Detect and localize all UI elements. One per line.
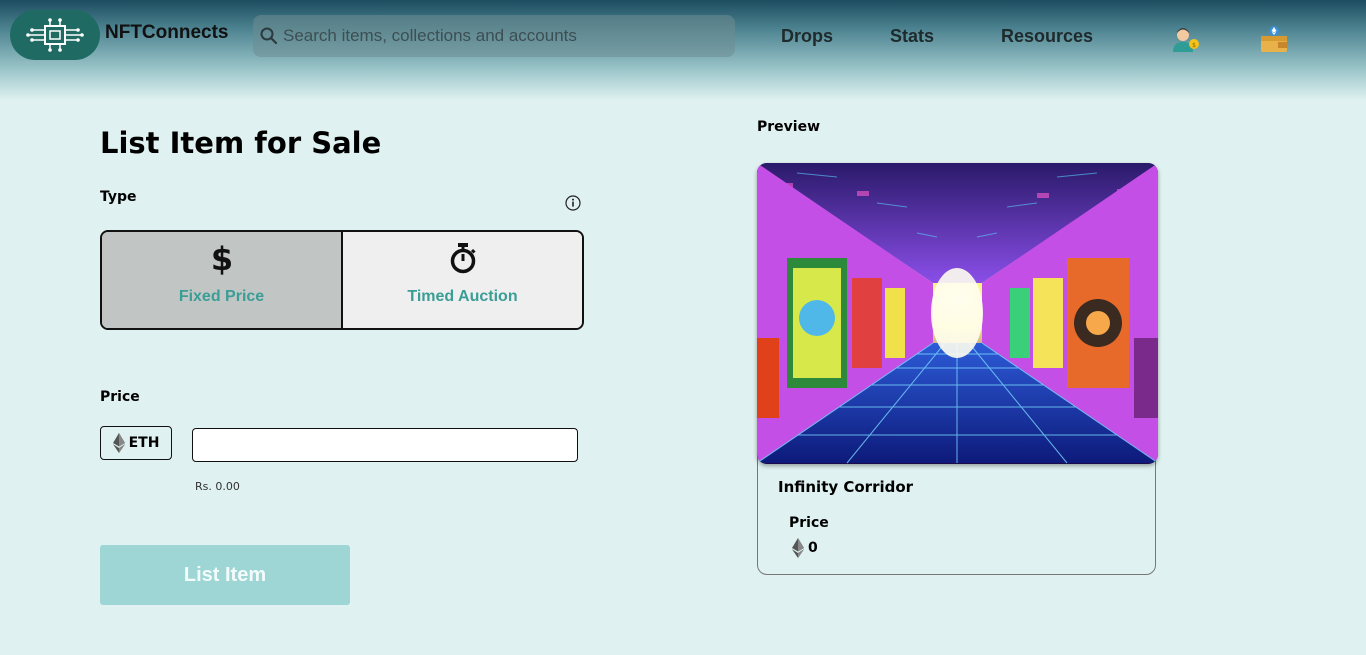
list-item-button[interactable]: List Item [100, 545, 350, 605]
page-title: List Item for Sale [100, 126, 382, 160]
item-name: Infinity Corridor [778, 478, 914, 496]
card-price-value: 0 [808, 540, 818, 556]
nav-resources[interactable]: Resources [1001, 26, 1093, 47]
price-input[interactable] [192, 428, 578, 462]
currency-selector[interactable]: ETH [100, 426, 172, 460]
fixed-price-option[interactable]: $ Fixed Price [102, 232, 343, 328]
top-header: NFTConnects Drops Stats Resources $ [0, 0, 1366, 100]
brand-name[interactable]: NFTConnects [105, 22, 229, 44]
svg-text:$: $ [210, 240, 232, 276]
wallet-icon[interactable] [1258, 24, 1290, 56]
listing-type-selector: $ Fixed Price Timed Auction [100, 230, 584, 330]
preview-heading: Preview [757, 119, 821, 135]
timed-auction-option[interactable]: Timed Auction [343, 232, 582, 328]
search-input[interactable] [283, 26, 723, 46]
circuit-logo-icon [26, 18, 84, 52]
card-price: 0 [792, 538, 818, 558]
timed-auction-label: Timed Auction [407, 288, 518, 305]
dollar-icon: $ [210, 240, 232, 276]
type-label: Type [100, 189, 137, 205]
user-profile-icon[interactable]: $ [1169, 24, 1201, 56]
card-price-label: Price [789, 515, 829, 531]
nft-preview-image [757, 163, 1158, 464]
converted-price: Rs. 0.00 [195, 480, 240, 493]
fixed-price-label: Fixed Price [178, 288, 265, 305]
price-label: Price [100, 389, 140, 405]
ethereum-icon [792, 538, 804, 558]
preview-card: Infinity Corridor Price 0 [757, 163, 1158, 575]
currency-label: ETH [128, 435, 160, 451]
svg-text:$: $ [1192, 42, 1196, 49]
nav-drops[interactable]: Drops [781, 26, 833, 47]
info-icon[interactable] [565, 195, 581, 211]
ethereum-icon [112, 433, 125, 453]
search-icon [260, 27, 278, 45]
logo[interactable] [10, 10, 100, 60]
stopwatch-icon [450, 243, 476, 274]
nav-stats[interactable]: Stats [890, 26, 934, 47]
search-bar[interactable] [253, 15, 735, 57]
